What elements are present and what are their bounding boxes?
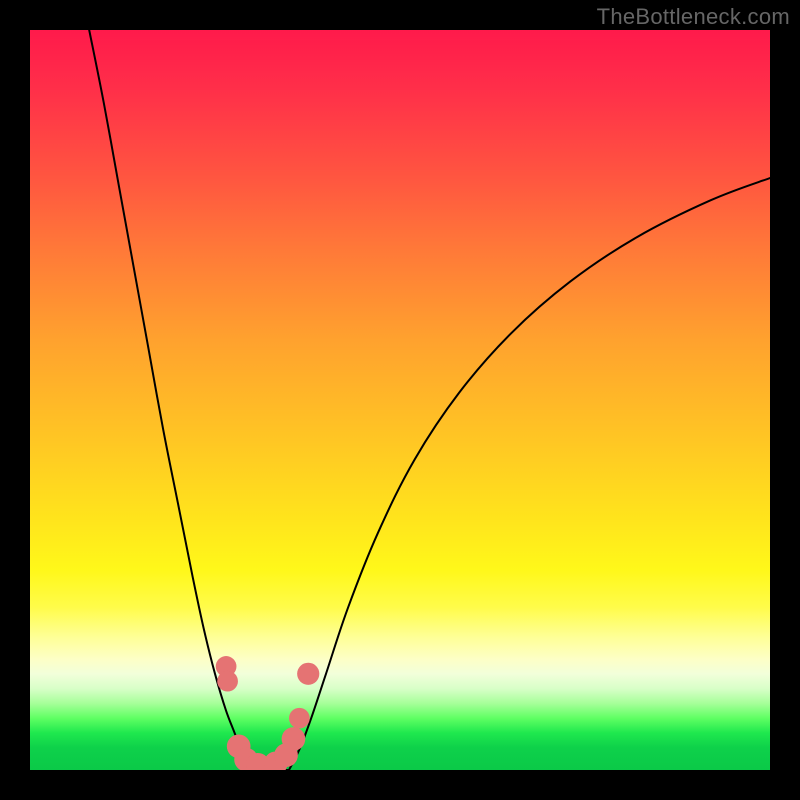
marker-7: [282, 727, 306, 751]
chart-frame: TheBottleneck.com: [0, 0, 800, 800]
series-right-curve: [289, 178, 770, 770]
marker-layer: [216, 656, 320, 770]
marker-1: [217, 671, 238, 692]
plot-area: [30, 30, 770, 770]
marker-8: [289, 708, 310, 729]
watermark-text: TheBottleneck.com: [597, 4, 790, 30]
curves-svg: [30, 30, 770, 770]
curve-layer: [89, 30, 770, 770]
marker-9: [297, 663, 319, 685]
